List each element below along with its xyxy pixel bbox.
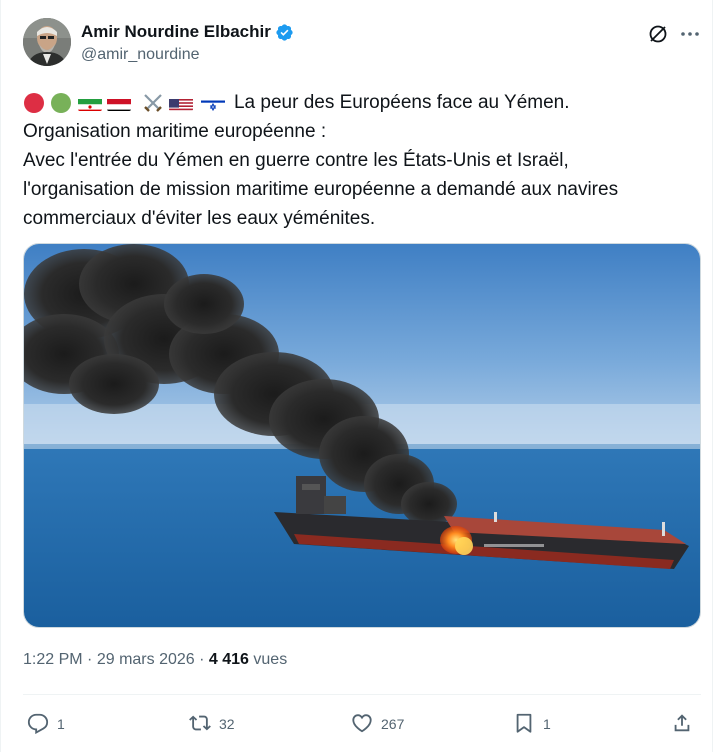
tweet-line-2: Organisation maritime européenne : (23, 121, 327, 142)
divider (23, 694, 701, 695)
action-bar: 1 32 267 1 (23, 705, 701, 743)
reply-count: 1 (57, 716, 65, 732)
repost-count: 32 (219, 716, 235, 732)
avatar[interactable] (23, 18, 71, 66)
tweet-line-4: l'organisation de mission maritime europ… (23, 179, 619, 200)
repost-icon (189, 712, 211, 737)
like-button[interactable]: 267 (351, 705, 404, 743)
reply-button[interactable]: 1 (27, 705, 65, 743)
views-label: vues (253, 651, 288, 668)
yemen-flag-icon (106, 95, 131, 111)
tweet-card: Amir Nourdine Elbachir @amir_nourdine La… (0, 0, 713, 752)
verified-badge-icon (275, 23, 294, 42)
tweet-meta: 1:22 PM · 29 mars 2026 · 4 416 vues (23, 651, 287, 669)
like-count: 267 (381, 716, 405, 732)
reply-icon (27, 712, 49, 737)
iran-flag-icon (77, 95, 102, 111)
repost-button[interactable]: 32 (189, 705, 235, 743)
tweet-text: La peur des Européens face au Yémen. Org… (23, 88, 693, 233)
tweet-date[interactable]: 29 mars 2026 (97, 651, 195, 668)
tweet-media-image[interactable] (23, 243, 701, 628)
tweet-line-3: Avec l'entrée du Yémen en guerre contre … (23, 150, 569, 171)
heart-icon (351, 712, 373, 737)
red-circle-icon (23, 92, 45, 114)
more-options-icon[interactable] (678, 22, 702, 46)
bookmark-count: 1 (543, 716, 551, 732)
grok-icon[interactable] (646, 22, 670, 46)
crossed-swords-icon (142, 92, 164, 114)
israel-flag-icon (200, 95, 225, 111)
author-display-name[interactable]: Amir Nourdine Elbachir (81, 22, 271, 42)
tweet-first-line: La peur des Européens face au Yémen. (23, 88, 693, 117)
tweet-time[interactable]: 1:22 PM (23, 651, 83, 668)
bookmark-button[interactable]: 1 (513, 705, 551, 743)
green-circle-icon (50, 92, 72, 114)
us-flag-icon (169, 95, 194, 111)
share-icon (671, 712, 693, 737)
bookmark-icon (513, 712, 535, 737)
meta-separator: · (87, 651, 93, 668)
share-button[interactable] (671, 705, 693, 743)
tweet-line-5: commerciaux d'éviter les eaux yéménites. (23, 208, 376, 229)
author-name-row[interactable]: Amir Nourdine Elbachir (81, 22, 294, 42)
views-count: 4 416 (208, 651, 249, 668)
meta-separator-2: · (199, 651, 205, 668)
tweet-line-1: La peur des Européens face au Yémen. (233, 92, 570, 113)
author-handle[interactable]: @amir_nourdine (81, 46, 200, 64)
